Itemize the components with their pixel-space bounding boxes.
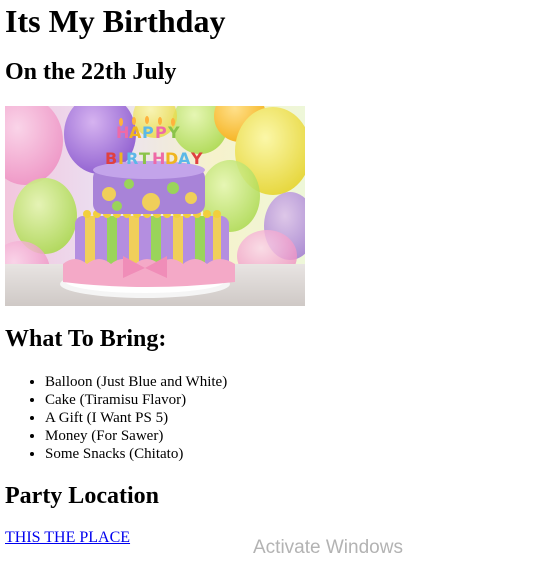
svg-text:H: H [152,149,165,168]
svg-text:R: R [126,149,138,168]
bring-heading: What To Bring: [5,326,167,352]
svg-text:T: T [139,149,150,168]
list-item: Balloon (Just Blue and White) [45,373,345,391]
svg-text:P: P [142,123,154,142]
activate-windows-watermark: Activate Windows [253,537,403,558]
svg-text:B: B [105,149,117,168]
list-item: Some Snacks (Chitato) [45,445,345,463]
svg-text:H: H [116,123,129,142]
svg-text:D: D [165,149,178,168]
bring-list: Balloon (Just Blue and White) Cake (Tira… [5,373,345,463]
list-item: Cake (Tiramisu Flavor) [45,391,345,409]
party-location-link[interactable]: THIS THE PLACE [5,529,130,547]
svg-text:I: I [118,149,124,168]
birthday-cake-image: H A P P Y B I R T H D A Y [5,106,305,306]
page: Its My Birthday On the 22th July H A P P… [0,0,546,561]
page-subtitle: On the 22th July [5,59,177,85]
list-item: Money (For Sawer) [45,427,345,445]
page-title: Its My Birthday [5,3,226,39]
svg-text:A: A [129,123,142,142]
svg-text:P: P [155,123,167,142]
svg-text:A: A [178,149,191,168]
svg-text:Y: Y [190,149,203,168]
location-heading: Party Location [5,483,159,509]
list-item: A Gift (I Want PS 5) [45,409,345,427]
